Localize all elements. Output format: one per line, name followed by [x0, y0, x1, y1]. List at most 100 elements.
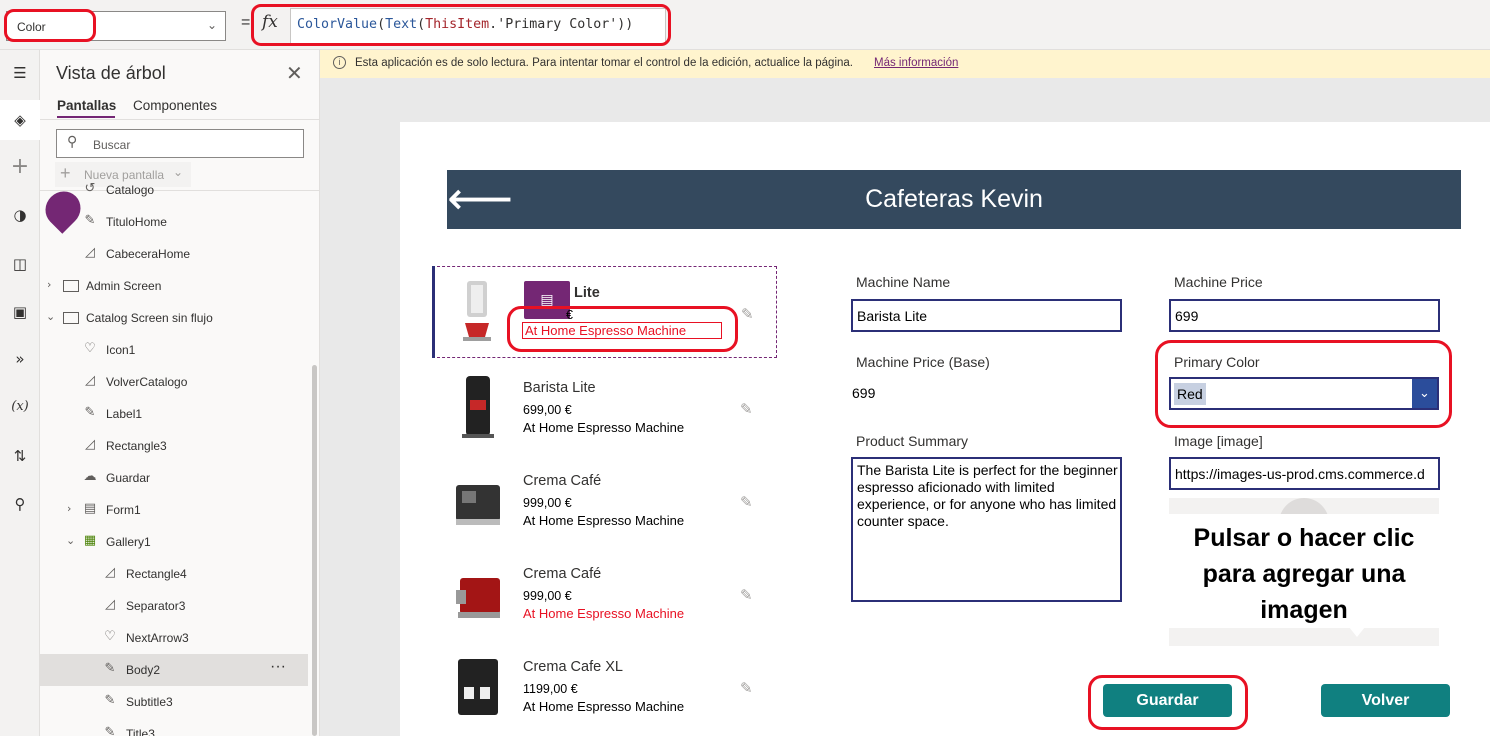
tree-item-label: Catalog Screen sin flujo [86, 311, 213, 325]
label-icon: ✎ [104, 725, 116, 736]
item-title: Crema Café [523, 473, 602, 489]
item-subtitle: At Home Espresso Machine [523, 513, 685, 528]
tree-item-volvercatalogo[interactable]: ◿ VolverCatalogo [40, 366, 308, 398]
item-price: 699,00 € [523, 403, 572, 417]
tree-item-catalogo[interactable]: ↺ Catalogo [40, 174, 308, 206]
read-only-banner: i Esta aplicación es de solo lectura. Pa… [320, 50, 1490, 78]
edit-icon[interactable]: ✎ [740, 493, 753, 511]
flow-icon[interactable]: » [0, 339, 40, 379]
gallery-item[interactable]: Barista Lite 699,00 € At Home Espresso M… [432, 362, 777, 454]
tab-pantallas[interactable]: Pantallas [57, 98, 116, 113]
selected-indicator [432, 266, 435, 358]
label-icon: ✎ [84, 405, 96, 420]
palette-icon[interactable]: ◑ [0, 195, 40, 235]
chevron-right-icon[interactable]: › [67, 502, 71, 515]
tree-item-label: Rectangle3 [106, 439, 167, 453]
machine-name-label: Machine Name [856, 274, 951, 290]
tree-item-gallery1[interactable]: ⌄ ▦ Gallery1 [40, 526, 308, 558]
tree-item-rectangle4[interactable]: ◿ Rectangle4 [40, 558, 308, 590]
tree-item-separator3[interactable]: ◿ Separator3 [40, 590, 308, 622]
item-price: 999,00 € [523, 496, 572, 510]
machine-image [458, 659, 498, 715]
tree-item-rectangle3[interactable]: ◿ Rectangle3 [40, 430, 308, 462]
tree-search-input[interactable]: ⚲ Buscar [56, 129, 304, 158]
add-image-control[interactable]: Pulsar o hacer clic para agregar una ima… [1169, 498, 1439, 646]
machine-price-input[interactable]: 699 [1169, 299, 1440, 332]
screen-icon [63, 280, 79, 292]
highlight-primary-color [1155, 340, 1452, 428]
tree-item-body2[interactable]: ✎ Body2 ··· [40, 654, 308, 686]
item-subtitle: At Home Espresso Machine [523, 699, 685, 714]
item-title: Crema Cafe XL [523, 659, 623, 675]
tree-item-label: Guardar [106, 471, 151, 485]
database-icon[interactable]: ◫ [0, 244, 40, 284]
gallery-item[interactable]: Crema Café 999,00 € At Home Espresso Mac… [432, 548, 777, 640]
tree-view-title: Vista de árbol [56, 63, 166, 83]
tree-item-cabecerahome[interactable]: ◿ CabeceraHome [40, 238, 308, 270]
highlight-property [4, 9, 96, 42]
variables-icon[interactable]: (x) [0, 387, 40, 427]
layers-icon[interactable]: ◈ [0, 100, 40, 140]
tab-componentes[interactable]: Componentes [133, 98, 217, 113]
machine-image [463, 281, 491, 341]
form-icon: ▤ [83, 501, 97, 516]
tree-item-label: Gallery1 [106, 535, 151, 549]
machine-name-value: Barista Lite [857, 308, 928, 324]
edit-icon[interactable]: ✎ [740, 400, 753, 418]
tree-item-nextarrow3[interactable]: ♡ NextArrow3 [40, 622, 308, 654]
plus-icon[interactable]: + [0, 147, 40, 187]
tree-item-label: Catalogo [106, 183, 155, 197]
equals-sign: = [241, 14, 251, 31]
item-title: Crema Café [523, 566, 602, 582]
tree-item-guardar[interactable]: ☁ Guardar [40, 462, 308, 494]
media-icon[interactable]: ▣ [0, 292, 40, 332]
shape-icon: ◿ [85, 245, 95, 260]
tree-item-subtitle3[interactable]: ✎ Subtitle3 [40, 686, 308, 718]
tree-item-label: Admin Screen [86, 279, 162, 293]
search-icon: ⚲ [67, 134, 78, 150]
gallery-item[interactable]: Crema Cafe XL 1199,00 € At Home Espresso… [432, 641, 777, 733]
base-price-value: 699 [852, 385, 876, 401]
edit-icon[interactable]: ✎ [740, 586, 753, 604]
shape-icon: ◿ [85, 373, 95, 388]
edit-icon[interactable]: ✎ [741, 305, 754, 323]
machine-name-input[interactable]: Barista Lite [851, 299, 1122, 332]
left-rail: ☰ ◈ + ◑ ◫ ▣ » (x) ⇅ ⚲ [0, 50, 40, 736]
tree-item-label1[interactable]: ✎ Label1 [40, 398, 308, 430]
more-info-link[interactable]: Más información [874, 57, 958, 69]
button-icon: ☁ [83, 469, 97, 484]
gallery-item[interactable]: Crema Café 999,00 € At Home Espresso Mac… [432, 455, 777, 547]
chevron-down-icon[interactable]: ⌄ [46, 310, 55, 323]
tree-item-catalog-screen[interactable]: ⌄ Catalog Screen sin flujo [40, 302, 308, 334]
item-price: 1199,00 € [523, 682, 578, 696]
hamburger-icon[interactable]: ☰ [0, 53, 40, 93]
back-button[interactable]: Volver [1321, 684, 1450, 717]
more-options-icon[interactable]: ··· [270, 658, 286, 676]
highlight-save [1088, 675, 1248, 730]
formula-bar: Color ⌄ = fx ColorValue(Text(ThisItem.'P… [0, 0, 1490, 50]
tree-item-admin-screen[interactable]: › Admin Screen [40, 270, 308, 302]
app-header: ⟵ Cafeteras Kevin [447, 170, 1461, 229]
tree-item-label: Form1 [106, 503, 141, 517]
icon-icon: ♡ [84, 341, 96, 356]
close-icon[interactable]: ✕ [286, 61, 303, 86]
label-icon: ✎ [84, 213, 96, 228]
gallery-icon: ▦ [83, 533, 97, 548]
tree-item-title3[interactable]: ✎ Title3 [40, 718, 308, 736]
search-icon[interactable]: ⚲ [0, 484, 40, 524]
chevron-right-icon[interactable]: › [47, 278, 51, 291]
tree-item-label: Body2 [126, 663, 161, 677]
tree-item-form1[interactable]: › ▤ Form1 [40, 494, 308, 526]
tree-item-label: Title3 [126, 727, 155, 736]
tree-item-icon1[interactable]: ♡ Icon1 [40, 334, 308, 366]
machine-price-label: Machine Price [1174, 274, 1263, 290]
image-url-input[interactable]: https://images-us-prod.cms.commerce.d [1169, 457, 1440, 490]
chevron-down-icon[interactable]: ⌄ [66, 534, 75, 547]
tools-icon[interactable]: ⇅ [0, 436, 40, 476]
edit-icon[interactable]: ✎ [740, 679, 753, 697]
summary-input[interactable]: The Barista Lite is perfect for the begi… [851, 457, 1122, 602]
banner-message: Esta aplicación es de solo lectura. Para… [355, 57, 853, 69]
tree-scrollbar[interactable] [312, 365, 317, 736]
item-subtitle: At Home Espresso Machine [523, 420, 685, 435]
tree-view-pane: Vista de árbol ✕ Pantallas Componentes ⚲… [38, 50, 320, 736]
